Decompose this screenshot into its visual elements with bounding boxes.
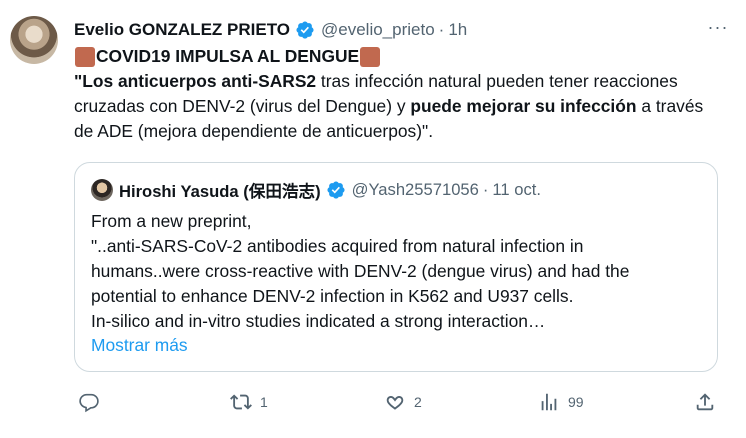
quoted-author-handle[interactable]: @Yash25571056 xyxy=(352,180,479,200)
quoted-line: potential to enhance DENV-2 infection in… xyxy=(91,286,574,306)
quoted-author-avatar[interactable] xyxy=(91,179,113,201)
reply-button[interactable] xyxy=(78,388,108,416)
retweet-icon xyxy=(230,394,252,410)
views-count: 99 xyxy=(568,394,584,410)
views-button[interactable]: 99 xyxy=(538,388,584,416)
quoted-tweet-timestamp[interactable]: 11 oct. xyxy=(492,180,541,200)
brown-square-emoji-icon xyxy=(360,46,381,67)
share-button[interactable] xyxy=(694,388,724,416)
tweet-timestamp[interactable]: 1h xyxy=(448,20,467,40)
tweet-text: COVID19 IMPULSA AL DENGUE "Los anticuerp… xyxy=(74,44,724,144)
quoted-tweet[interactable]: Hiroshi Yasuda (保田浩志) @Yash25571056 · 11… xyxy=(74,162,718,372)
more-options-button[interactable]: ··· xyxy=(706,17,730,40)
quoted-tweet-header: Hiroshi Yasuda (保田浩志) @Yash25571056 · 11… xyxy=(91,179,541,201)
verified-badge-icon xyxy=(295,20,315,40)
body-bold-3: puede mejorar su infección xyxy=(410,96,637,116)
reply-icon xyxy=(79,393,99,413)
tweet-actions: 1 2 99 xyxy=(74,388,724,416)
more-horizontal-icon: ··· xyxy=(707,17,729,37)
show-more-link[interactable]: Mostrar más xyxy=(91,335,188,356)
like-button[interactable]: 2 xyxy=(384,388,422,416)
body-bold-1: "Los anticuerpos anti-SARS2 xyxy=(74,71,317,91)
tweet-headline: COVID19 IMPULSA AL DENGUE xyxy=(74,44,724,69)
like-count: 2 xyxy=(414,394,422,410)
views-chart-icon xyxy=(541,393,557,411)
quoted-line: "..anti-SARS-CoV-2 antibodies acquired f… xyxy=(91,236,584,256)
retweet-button[interactable]: 1 xyxy=(230,388,268,416)
separator-dot: · xyxy=(438,20,445,39)
tweet-header: Evelio GONZALEZ PRIETO @evelio_prieto · … xyxy=(74,18,467,42)
brown-square-emoji-icon xyxy=(75,46,95,67)
headline-text: COVID19 IMPULSA AL DENGUE xyxy=(96,46,360,66)
tweet[interactable]: Evelio GONZALEZ PRIETO @evelio_prieto · … xyxy=(0,0,746,438)
separator-dot: · xyxy=(482,180,489,199)
quoted-author-name[interactable]: Hiroshi Yasuda (保田浩志) xyxy=(119,178,321,202)
heart-icon xyxy=(386,396,404,410)
share-icon xyxy=(696,393,714,411)
quoted-tweet-text: From a new preprint, "..anti-SARS-CoV-2 … xyxy=(91,209,703,334)
quoted-line: In-silico and in-vitro studies indicated… xyxy=(91,311,546,331)
author-avatar[interactable] xyxy=(10,16,58,64)
quoted-line: From a new preprint, xyxy=(91,211,252,231)
author-handle[interactable]: @evelio_prieto xyxy=(321,20,435,40)
tweet-body: "Los anticuerpos anti-SARS2 tras infecci… xyxy=(74,69,724,144)
author-name[interactable]: Evelio GONZALEZ PRIETO xyxy=(74,20,290,40)
verified-badge-icon xyxy=(326,180,346,200)
quoted-line: humans..were cross-reactive with DENV-2 … xyxy=(91,261,630,281)
retweet-count: 1 xyxy=(260,394,268,410)
